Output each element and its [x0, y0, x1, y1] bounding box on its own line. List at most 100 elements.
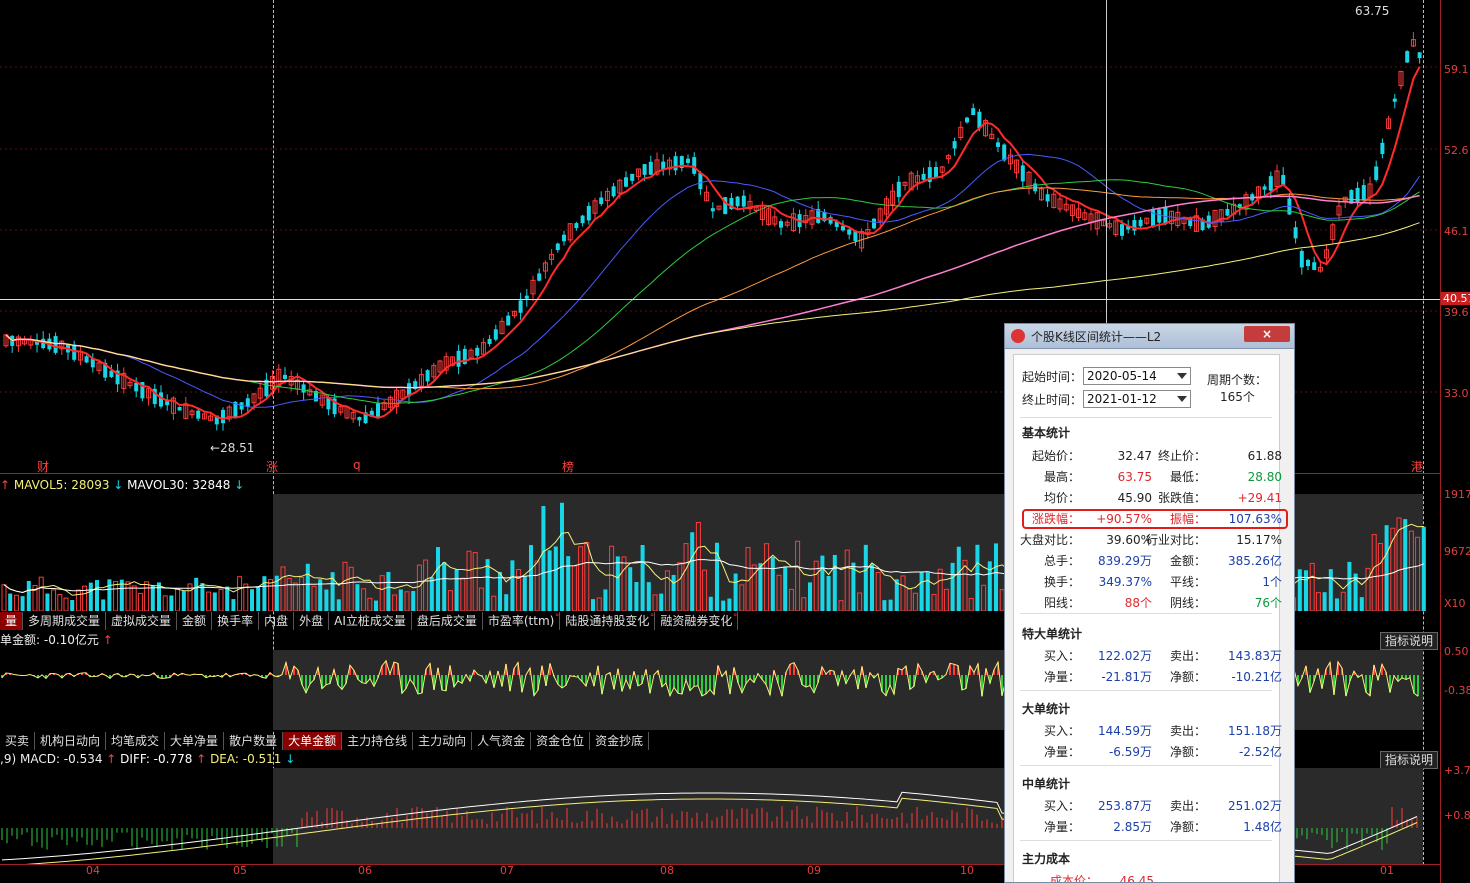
stat-value: -6.59万 — [1108, 745, 1152, 759]
candle-down — [971, 108, 976, 115]
macd-value: MACD: -0.534 — [19, 752, 103, 766]
volume-bar-down — [820, 555, 825, 611]
price-tick: 46.1 — [1444, 225, 1469, 238]
volume-bar-down — [783, 567, 788, 611]
candle-down — [1306, 259, 1310, 267]
macd-header: ,9) MACD: -0.534 ↑ DIFF: -0.778 ↑ DEA: -… — [0, 752, 296, 766]
large-title: 大单统计 — [1022, 702, 1071, 716]
volume-bar-down — [411, 591, 416, 611]
candle-down — [506, 315, 511, 326]
fund-indicator-tab[interactable]: 大单净量 — [165, 732, 225, 750]
volume-header: ↑ MAVOL5: 28093 ↓ MAVOL30: 32848 ↓ — [0, 478, 245, 492]
candle-down — [965, 117, 969, 123]
close-button[interactable]: × — [1244, 326, 1290, 342]
fund-indicator-tab[interactable]: 资金抄底 — [590, 732, 650, 750]
volume-bar-down — [250, 589, 254, 611]
volume-bar-down — [231, 599, 236, 611]
stat-value: -10.21亿 — [1231, 670, 1282, 684]
volume-indicator-tab[interactable]: 陆股通持股变化 ° — [560, 612, 656, 630]
event-mark-earnings[interactable]: 财 — [37, 458, 49, 475]
tab-label: 虚拟成交量 — [111, 614, 172, 628]
candle-down — [493, 329, 498, 340]
volume-bar-down — [566, 556, 571, 611]
fund-indicator-tab[interactable]: 资金仓位 — [531, 732, 591, 750]
end-time-select[interactable]: 2021-01-12 — [1083, 390, 1191, 408]
volume-indicator-tab[interactable]: 外盘 — [294, 612, 330, 630]
candle-down — [698, 172, 703, 190]
macd-explain-button[interactable]: 指标说明 — [1380, 751, 1439, 769]
volume-bar-down — [20, 596, 25, 611]
interval-stats-dialog[interactable]: 个股K线区间统计——L2 × 起始时间： 2020-05-14 终止时间： 20… — [1004, 323, 1295, 883]
candle-down — [779, 221, 783, 228]
start-time-select[interactable]: 2020-05-14 — [1083, 367, 1191, 385]
candle-down — [1020, 165, 1025, 182]
volume-indicator-tab[interactable]: 盘后成交量 — [412, 612, 483, 630]
volume-indicator-tab[interactable]: 内盘 — [259, 612, 295, 630]
volume-indicator-tab[interactable]: 虚拟成交量 — [106, 612, 178, 630]
fund-indicator-tab[interactable]: 均笔成交 — [106, 732, 166, 750]
stat-label: 买入： — [1043, 724, 1080, 738]
event-mark-rank[interactable]: 榜 — [562, 458, 574, 475]
tab-label: 融资融券变化 — [660, 614, 733, 628]
volume-bar-up — [162, 595, 168, 611]
max-price-label: 63.75 — [1355, 4, 1390, 18]
tab-label: 市盈率(ttm) — [487, 614, 555, 628]
candle-down — [686, 158, 690, 163]
volume-bar-down — [541, 506, 546, 611]
candle-down — [134, 382, 139, 392]
stat-label: 净额： — [1169, 670, 1206, 684]
tab-marker: ° — [732, 613, 738, 623]
price-tick: 33.0 — [1444, 387, 1469, 400]
dialog-titlebar[interactable]: 个股K线区间统计——L2 × — [1005, 324, 1294, 349]
volume-bar-down — [101, 599, 106, 611]
tab-label: 陆股通持股变化 — [565, 614, 650, 628]
volume-indicator-tab[interactable]: AI立桩成交量 — [329, 612, 412, 630]
chevron-down-icon — [1177, 396, 1187, 402]
fund-indicator-tab[interactable]: 主力动向 — [413, 732, 473, 750]
volume-bar-down — [45, 593, 50, 611]
volume-indicator-tab[interactable]: 多周期成交量 — [23, 612, 107, 630]
fund-indicator-tab[interactable]: 大单金额 — [283, 732, 343, 750]
stat-value: 39.60% — [1106, 533, 1152, 547]
volume-bar-down — [374, 600, 378, 611]
candle-down — [847, 229, 852, 235]
fund-indicator-tab[interactable]: 散户数量 — [224, 732, 284, 750]
stat-row: 阳线： 88个 阴线： 76个 — [1014, 593, 1282, 613]
fund-indicator-tab[interactable]: 机构日动向 — [35, 732, 107, 750]
candle-down — [177, 407, 182, 411]
stat-value: 151.18万 — [1228, 724, 1282, 738]
fund-indicator-tab[interactable]: 买卖 — [0, 732, 36, 750]
volume-indicator-tab[interactable]: 金额 — [177, 612, 213, 630]
tab-label: 均笔成交 — [111, 734, 160, 748]
volume-indicator-tab[interactable]: 换手率 — [212, 612, 260, 630]
volume-bar-down — [1304, 570, 1308, 611]
candle-down — [301, 384, 306, 393]
fund-indicator-tab[interactable]: 人气资金 — [472, 732, 532, 750]
macd-tick: +0.89 — [1444, 809, 1470, 822]
candle-down — [692, 157, 697, 174]
fund-indicator-tab[interactable]: 主力持仓线 — [342, 732, 414, 750]
event-mark-hk[interactable]: 港 — [1411, 458, 1423, 475]
candle-down — [518, 300, 523, 313]
event-mark-limit[interactable]: 涨 — [266, 458, 278, 475]
volume-bar-down — [547, 550, 552, 611]
volume-indicator-tab[interactable]: 量 — [0, 612, 24, 630]
candle-down — [1374, 166, 1379, 180]
stat-row: 买入： 122.02万 卖出： 143.83万 — [1014, 646, 1282, 666]
indicator1-explain-button[interactable]: 指标说明 — [1380, 632, 1439, 650]
stat-row: 净量： -21.81万 净额： -10.21亿 — [1014, 667, 1282, 687]
volume-indicator-tab[interactable]: 融资融券变化 ° — [655, 612, 739, 630]
event-mark-q[interactable]: q — [353, 458, 361, 472]
candle-down — [872, 218, 876, 229]
volume-bar-down — [1384, 525, 1389, 611]
stat-label: 净额： — [1169, 820, 1206, 834]
min-price-label: ←28.51 — [210, 441, 255, 455]
candle-down — [642, 164, 647, 175]
dea-value: DEA: -0.511 — [210, 752, 282, 766]
stat-label: 均价： — [1043, 491, 1080, 505]
volume-bar-up — [38, 576, 44, 611]
volume-indicator-tab[interactable]: 市盈率(ttm) ° — [483, 612, 561, 630]
candle-down — [487, 338, 492, 345]
volume-bar-down — [262, 576, 267, 611]
volume-bar-up — [131, 585, 137, 611]
